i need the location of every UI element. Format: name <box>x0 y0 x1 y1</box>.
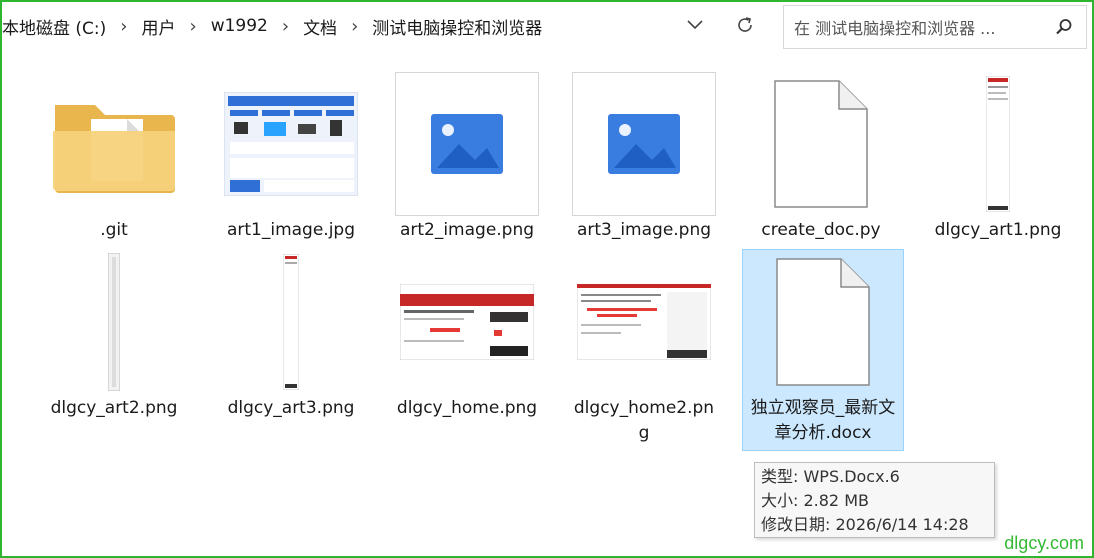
file-item-create-doc[interactable]: create_doc.py <box>740 72 902 243</box>
file-item-dlgcy-home[interactable]: dlgcy_home.png <box>386 250 548 421</box>
image-placeholder-icon <box>572 72 716 216</box>
file-name: art2_image.png <box>399 220 535 240</box>
breadcrumb-current-folder[interactable]: 测试电脑操控和浏览器 <box>370 14 544 39</box>
breadcrumb-user[interactable]: w1992 <box>209 16 270 36</box>
breadcrumb-documents[interactable]: 文档 <box>301 14 339 39</box>
chevron-right-icon[interactable]: › <box>351 16 358 37</box>
breadcrumb-drive[interactable]: 本地磁盘 (C:) <box>0 14 108 39</box>
file-item-dlgcy-art1[interactable]: dlgcy_art1.png <box>917 72 1079 243</box>
history-dropdown-button[interactable] <box>680 10 710 40</box>
file-item-dlgcy-art3[interactable]: dlgcy_art3.png <box>210 250 372 421</box>
file-name: dlgcy_home2.png <box>573 398 715 443</box>
chevron-right-icon[interactable]: › <box>120 16 127 37</box>
tooltip-type: 类型: WPS.Docx.6 <box>761 467 900 486</box>
refresh-icon <box>738 17 752 32</box>
document-icon <box>749 72 893 216</box>
refresh-button[interactable] <box>730 10 760 40</box>
file-name: dlgcy_art3.png <box>227 398 355 418</box>
file-item-art1-image[interactable]: art1_image.jpg <box>210 72 372 243</box>
file-item-art3-image[interactable]: art3_image.png <box>563 72 725 243</box>
search-icon[interactable] <box>1042 6 1086 48</box>
file-item-git-folder[interactable]: .git <box>33 72 195 243</box>
file-item-art2-image[interactable]: art2_image.png <box>386 72 548 243</box>
search-box[interactable]: 在 测试电脑操控和浏览器 ... <box>783 5 1087 49</box>
file-item-docx-selected[interactable]: 独立观察员_最新文章分析.docx <box>742 249 904 451</box>
folder-icon <box>42 72 186 216</box>
file-name: art1_image.jpg <box>226 220 356 240</box>
tall-screenshot-thumbnail <box>219 250 363 394</box>
breadcrumb[interactable]: 本地磁盘 (C:) › 用户 › w1992 › 文档 › 测试电脑操控和浏览器 <box>0 2 770 50</box>
file-item-dlgcy-home2[interactable]: dlgcy_home2.png <box>563 250 725 446</box>
breadcrumb-users[interactable]: 用户 <box>139 14 177 39</box>
tooltip-size: 大小: 2.82 MB <box>761 491 869 510</box>
file-name: art3_image.png <box>576 220 712 240</box>
chevron-right-icon[interactable]: › <box>189 16 196 37</box>
address-toolbar: 本地磁盘 (C:) › 用户 › w1992 › 文档 › 测试电脑操控和浏览器… <box>0 0 1094 54</box>
file-name: create_doc.py <box>761 220 881 240</box>
webpage-thumbnail <box>395 250 539 394</box>
file-name: dlgcy_art2.png <box>50 398 178 418</box>
infographic-thumbnail <box>219 72 363 216</box>
file-info-tooltip: 类型: WPS.Docx.6 大小: 2.82 MB 修改日期: 2026/6/… <box>754 462 995 538</box>
watermark: dlgcy.com <box>1004 533 1084 553</box>
file-name: dlgcy_home.png <box>396 398 538 418</box>
chevron-right-icon[interactable]: › <box>282 16 289 37</box>
file-item-dlgcy-art2[interactable]: dlgcy_art2.png <box>33 250 195 421</box>
image-placeholder-icon <box>395 72 539 216</box>
webpage-thumbnail <box>572 250 716 394</box>
file-name: .git <box>100 220 128 240</box>
chevron-down-icon <box>687 20 703 30</box>
search-input[interactable]: 在 测试电脑操控和浏览器 ... <box>794 15 1042 39</box>
file-name: 独立观察员_最新文章分析.docx <box>750 398 896 443</box>
tall-screenshot-thumbnail <box>42 250 186 394</box>
tall-screenshot-thumbnail <box>926 72 1070 216</box>
document-icon <box>751 250 895 394</box>
file-name: dlgcy_art1.png <box>934 220 1062 240</box>
tooltip-modified: 修改日期: 2026/6/14 14:28 <box>761 515 969 534</box>
